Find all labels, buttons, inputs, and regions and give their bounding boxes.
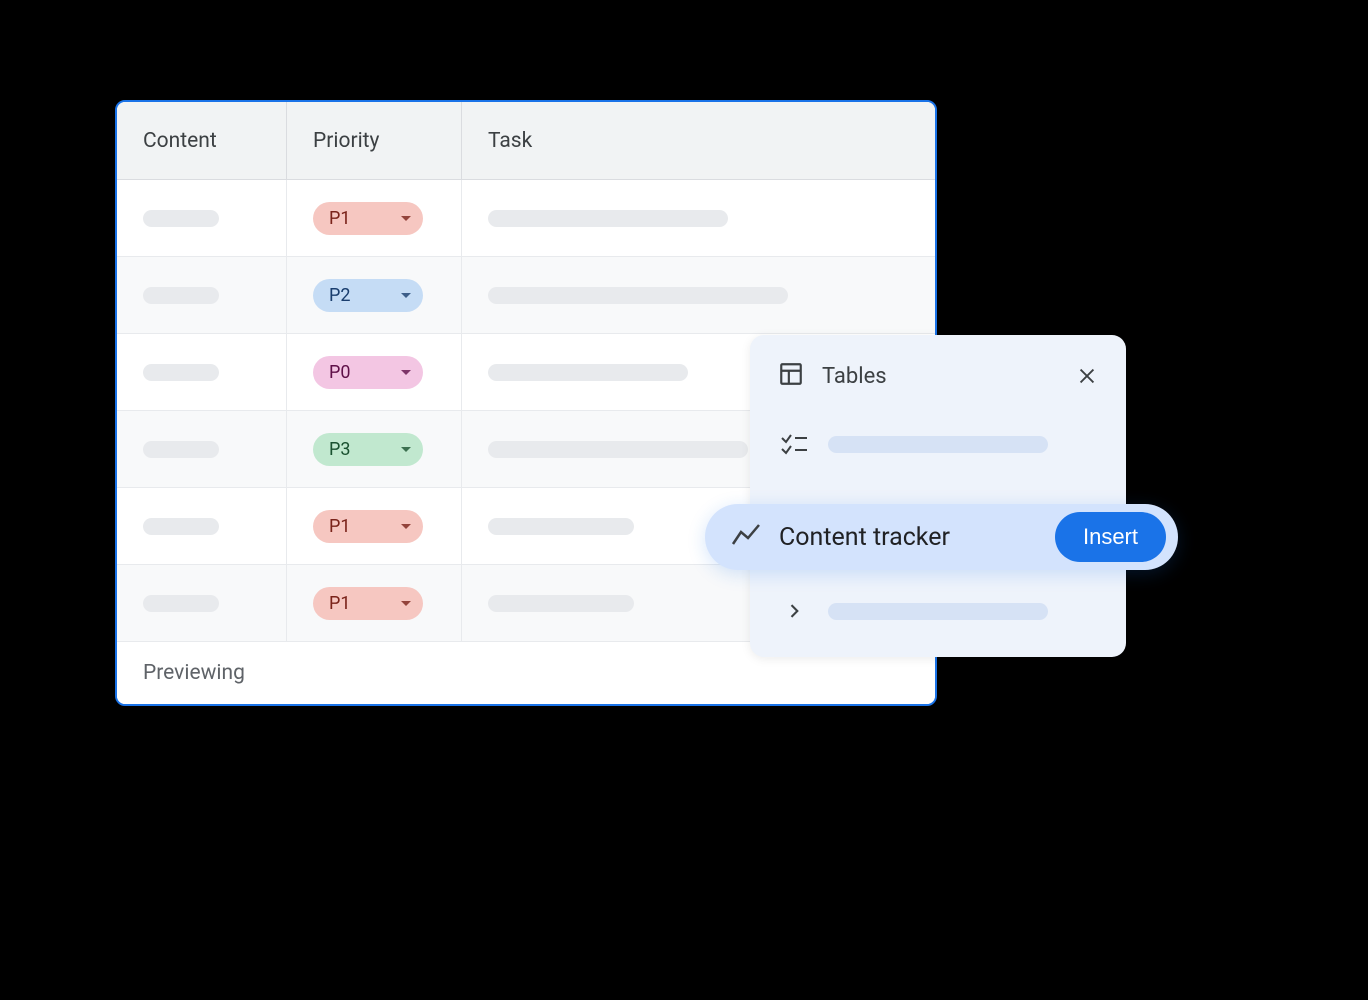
content-placeholder — [143, 518, 219, 535]
cell-priority[interactable]: P2 — [287, 257, 462, 333]
col-header-content[interactable]: Content — [117, 102, 287, 180]
cell-priority[interactable]: P1 — [287, 180, 462, 256]
cell-content[interactable] — [117, 411, 287, 487]
content-placeholder — [143, 364, 219, 381]
priority-chip[interactable]: P1 — [313, 510, 423, 543]
task-placeholder — [488, 287, 788, 304]
table-row[interactable]: P1 — [117, 180, 935, 257]
priority-chip[interactable]: P3 — [313, 433, 423, 466]
content-placeholder — [143, 595, 219, 612]
cell-priority[interactable]: P3 — [287, 411, 462, 487]
priority-chip[interactable]: P1 — [313, 202, 423, 235]
table-row[interactable]: P2 — [117, 257, 935, 334]
task-placeholder — [488, 595, 634, 612]
panel-item-content-tracker-selected[interactable]: Content tracker Insert — [705, 504, 1178, 570]
cell-content[interactable] — [117, 334, 287, 410]
cell-content[interactable] — [117, 257, 287, 333]
panel-item-more[interactable] — [772, 587, 1104, 635]
priority-chip[interactable]: P0 — [313, 356, 423, 389]
priority-label: P1 — [329, 516, 350, 537]
cell-task[interactable] — [462, 180, 935, 256]
chevron-down-icon — [401, 370, 411, 375]
cell-task[interactable] — [462, 257, 935, 333]
priority-label: P0 — [329, 362, 350, 383]
content-placeholder — [143, 210, 219, 227]
task-placeholder — [488, 210, 728, 227]
close-icon[interactable] — [1076, 365, 1098, 387]
chevron-down-icon — [401, 601, 411, 606]
panel-title: Tables — [822, 364, 887, 389]
task-placeholder — [488, 518, 634, 535]
priority-label: P1 — [329, 208, 350, 229]
task-placeholder — [488, 364, 688, 381]
task-placeholder — [488, 441, 748, 458]
content-placeholder — [143, 287, 219, 304]
cell-priority[interactable]: P1 — [287, 488, 462, 564]
cell-content[interactable] — [117, 488, 287, 564]
cell-content[interactable] — [117, 565, 287, 641]
insert-button[interactable]: Insert — [1055, 512, 1166, 562]
col-header-priority[interactable]: Priority — [287, 102, 462, 180]
cell-content[interactable] — [117, 180, 287, 256]
content-placeholder — [143, 441, 219, 458]
priority-label: P2 — [329, 285, 350, 306]
priority-label: P1 — [329, 593, 350, 614]
panel-item-label-placeholder — [828, 603, 1048, 620]
panel-item-label-placeholder — [828, 436, 1048, 453]
chevron-down-icon — [401, 293, 411, 298]
chevron-right-icon — [780, 601, 808, 621]
priority-chip[interactable]: P2 — [313, 279, 423, 312]
col-header-task[interactable]: Task — [462, 102, 935, 180]
cell-priority[interactable]: P0 — [287, 334, 462, 410]
chevron-down-icon — [401, 447, 411, 452]
tables-insert-panel: Tables — [750, 335, 1126, 657]
priority-label: P3 — [329, 439, 350, 460]
checklist-icon — [780, 433, 808, 455]
table-icon — [778, 361, 804, 391]
cell-priority[interactable]: P1 — [287, 565, 462, 641]
chevron-down-icon — [401, 524, 411, 529]
chevron-down-icon — [401, 216, 411, 221]
panel-item-checklist[interactable] — [772, 419, 1104, 469]
priority-chip[interactable]: P1 — [313, 587, 423, 620]
line-chart-icon — [731, 522, 761, 552]
drop-shadow — [115, 718, 937, 732]
selected-template-label: Content tracker — [779, 523, 950, 552]
table-header-row: Content Priority Task — [117, 102, 935, 180]
